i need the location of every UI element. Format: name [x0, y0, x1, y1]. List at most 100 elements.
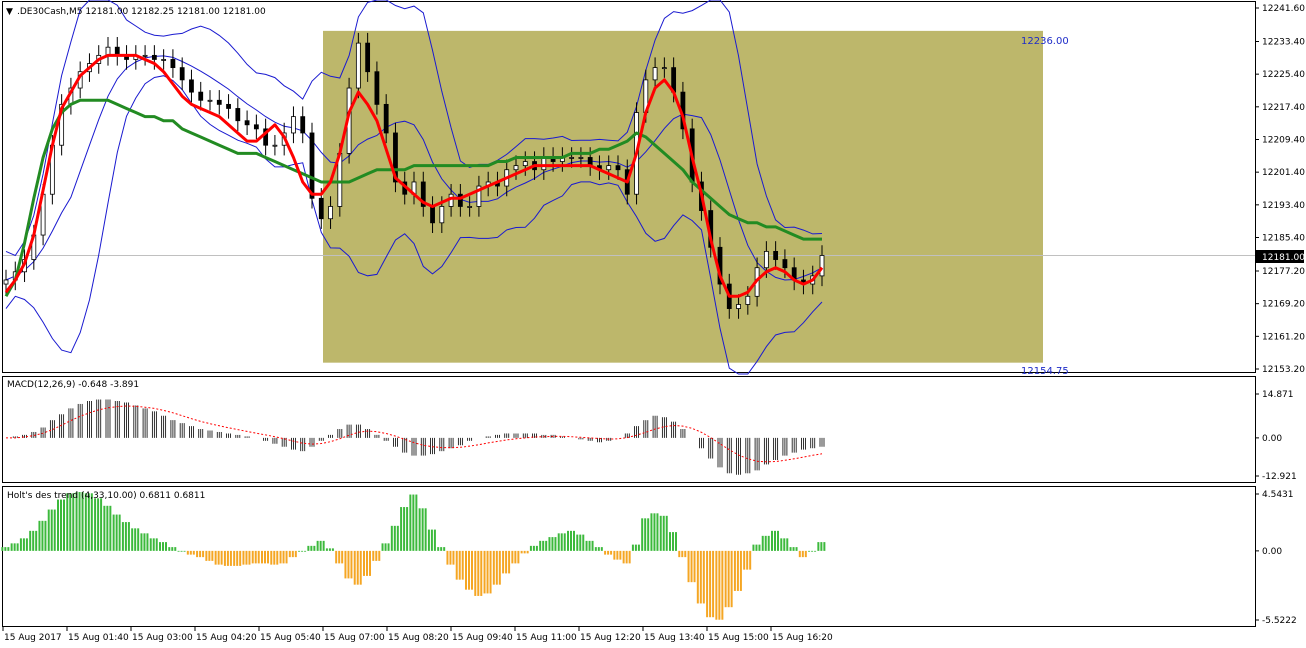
holt-trend-bar — [22, 538, 25, 551]
holt-trend-bar — [733, 550, 736, 591]
candle-body — [300, 116, 306, 134]
main-panel-dropdown-icon[interactable]: ▼ — [6, 7, 13, 17]
holt-trend-bar — [622, 550, 625, 564]
candle-body — [578, 157, 584, 159]
holt-trend-bar — [229, 550, 232, 566]
holt-trend-bar — [557, 533, 560, 551]
holt-trend-bar — [134, 528, 137, 551]
holt-trend-bar — [600, 547, 603, 551]
holt-trend-bar — [539, 540, 542, 551]
holt-trend-bar — [32, 530, 35, 551]
holt-trend-bar — [461, 550, 464, 580]
holt-trend-bar — [517, 550, 520, 564]
holt-trend-bar — [44, 520, 47, 551]
holt-trend-bar — [421, 508, 424, 551]
candle-body — [763, 250, 769, 269]
holt-trend-bar — [162, 542, 164, 551]
holt-trend-bar — [363, 550, 365, 576]
holt-trend-bar — [353, 550, 356, 585]
holt-trend-bar — [637, 544, 640, 551]
candle-body — [467, 206, 473, 208]
holt-trend-bar — [322, 540, 325, 551]
holt-trend-bar — [319, 540, 322, 551]
holt-trend-bar — [109, 505, 112, 551]
holt-trend-bar — [298, 550, 301, 552]
holt-trend-bar — [625, 550, 628, 564]
holt-trend-bar — [774, 530, 776, 551]
candle-body — [291, 116, 296, 134]
holt-trend-bar — [554, 537, 557, 551]
holt-trend-bar — [579, 534, 582, 551]
holt-trend-bar — [390, 525, 393, 551]
candle-body — [272, 144, 278, 147]
holt-trend-bar — [66, 493, 69, 551]
holt-trend-bar — [588, 540, 591, 551]
candle-body — [569, 157, 575, 159]
holt-trend-bar — [127, 522, 130, 551]
holt-trend-bar — [137, 528, 140, 551]
holt-trend-bar — [489, 550, 492, 594]
candle-body — [615, 165, 621, 171]
time-axis-tick-label: 15 Aug 15:00 — [708, 633, 769, 643]
holt-trend-bar — [585, 540, 588, 551]
price-range-rectangle[interactable] — [323, 30, 1043, 363]
holt-trend-bar — [4, 547, 7, 551]
holt-trend-bar — [384, 543, 387, 551]
holt-trend-bar — [310, 545, 313, 551]
chart-canvas: 12241.60 12233.40 12225.40 12217.40 12209.40… — [1, 0, 1305, 643]
holt-trend-bar — [702, 550, 705, 604]
holt-trend-bar — [403, 507, 406, 551]
holt-trend-bar — [202, 550, 205, 558]
price-axis-tick-label: 12241.60 — [1262, 4, 1305, 14]
holt-trend-bar — [542, 540, 545, 551]
holt-trend-bar — [199, 550, 202, 558]
holt-trend-bar — [783, 538, 786, 551]
holt-trend-bar — [548, 537, 551, 551]
holt-trend-bar — [563, 533, 566, 551]
holt-trend-bar — [502, 550, 505, 574]
holt-trend-bar — [60, 499, 62, 551]
holt-trend-bar — [823, 542, 826, 551]
holt-trend-bar — [610, 550, 613, 555]
holt-trend-bar — [570, 530, 572, 551]
holt-trend-bar — [437, 547, 440, 551]
current-price-tag: 12181.00 — [1262, 253, 1305, 263]
holt-trend-bar — [159, 542, 161, 551]
holt-trend-bar — [29, 530, 32, 551]
holt-trend-bar — [483, 550, 486, 594]
holt-trend-bar — [406, 507, 409, 551]
holt-trend-bar — [103, 505, 106, 551]
holt-trend-bar — [16, 543, 19, 551]
time-axis-tick-label: 15 Aug 16:20 — [772, 633, 833, 643]
holt-trend-bar — [545, 540, 548, 551]
macd-axis-tick-label: 0.00 — [1262, 434, 1282, 444]
candle-body — [365, 42, 371, 73]
holt-trend-bar — [696, 550, 699, 604]
holt-trend-bar — [418, 508, 421, 551]
holt-trend-bar — [628, 550, 631, 564]
time-axis-tick-label: 15 Aug 07:00 — [324, 633, 385, 643]
candle-body — [541, 157, 547, 171]
holt-trend-bar — [452, 550, 455, 565]
holt-trend-bar — [223, 550, 226, 566]
holt-trend-bar — [338, 550, 341, 564]
holt-trend-bar — [607, 550, 610, 555]
holt-trend-bar — [613, 550, 616, 560]
holt-axis-tick-label: 4.5431 — [1262, 490, 1294, 500]
price-axis-tick-label: 12217.40 — [1262, 103, 1305, 113]
candle-body — [309, 132, 315, 199]
holt-trend-bar — [10, 543, 13, 551]
holt-trend-bar — [165, 542, 167, 551]
holt-trend-bar — [378, 550, 381, 561]
time-axis-tick-label: 15 Aug 12:20 — [580, 633, 641, 643]
holt-trend-bar — [591, 540, 594, 551]
holt-trend-bar — [567, 530, 569, 551]
holt-trend-bar — [458, 550, 461, 580]
holt-trend-bar — [211, 550, 214, 561]
holt-trend-bar — [511, 550, 514, 564]
holt-trend-bar — [236, 550, 239, 566]
candle-body — [161, 59, 167, 61]
holt-trend-bar — [356, 550, 359, 585]
holt-trend-bar — [146, 533, 149, 551]
holt-trend-bar — [140, 533, 143, 551]
